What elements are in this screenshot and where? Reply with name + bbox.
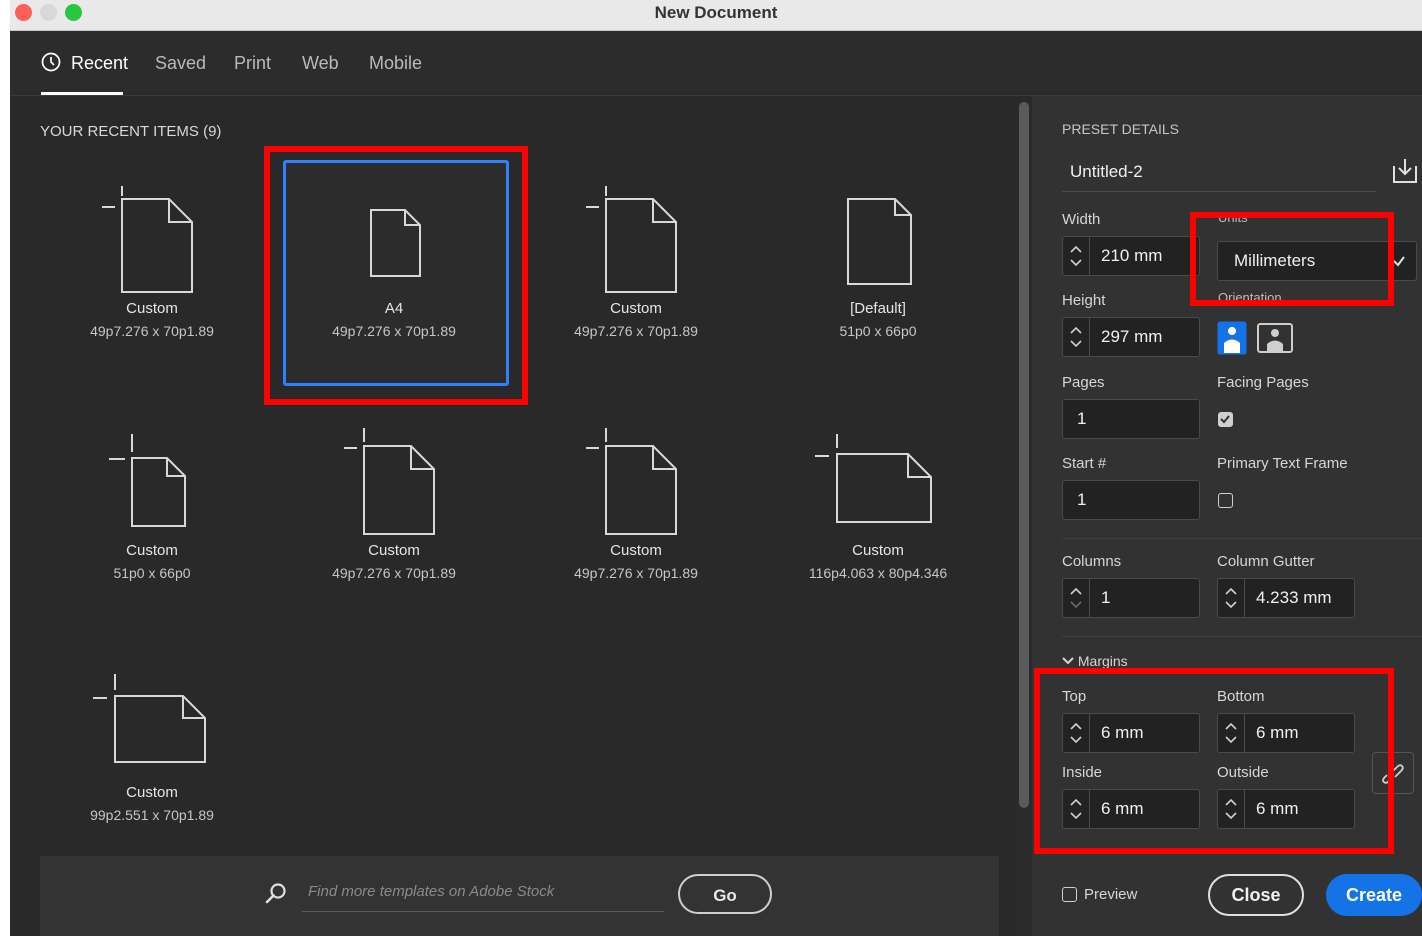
margins-toggle[interactable]: Margins (1062, 653, 1128, 669)
item-name: Custom (610, 300, 662, 317)
width-label: Width (1062, 211, 1101, 228)
recent-item[interactable]: Custom 49p7.276 x 70p1.89 (273, 426, 515, 581)
tab-recent[interactable]: Recent (71, 53, 128, 74)
recent-item[interactable]: [Default] 51p0 x 66p0 (757, 184, 999, 339)
gutter-value: 4.233 mm (1256, 588, 1332, 607)
recent-item[interactable]: Custom 99p2.551 x 70p1.89 (31, 668, 273, 823)
recent-item[interactable]: Custom 49p7.276 x 70p1.89 (31, 184, 273, 339)
facing-pages-label: Facing Pages (1217, 374, 1309, 391)
recent-item[interactable]: Custom 49p7.276 x 70p1.89 (515, 184, 757, 339)
recent-heading-text: YOUR RECENT ITEMS (40, 123, 199, 140)
section-divider (1062, 538, 1422, 539)
window-title: New Document (654, 3, 778, 22)
adobe-stock-search-bar: Find more templates on Adobe Stock Go (40, 856, 999, 936)
pages-field[interactable]: 1 (1062, 399, 1200, 439)
recent-item[interactable]: Custom 49p7.276 x 70p1.89 (515, 426, 757, 581)
document-preset-icon (847, 198, 912, 285)
tab-mobile[interactable]: Mobile (369, 53, 422, 74)
go-button[interactable]: Go (678, 874, 772, 914)
start-page-field[interactable]: 1 (1062, 480, 1200, 520)
document-preset-icon (109, 434, 186, 527)
document-preset-icon (344, 428, 435, 535)
item-size: 116p4.063 x 80p4.346 (808, 565, 948, 581)
active-tab-indicator (41, 92, 123, 95)
item-size: 99p2.551 x 70p1.89 (90, 807, 214, 823)
columns-field[interactable]: 1 (1062, 578, 1200, 618)
preset-details-heading: PRESET DETAILS (1062, 121, 1179, 137)
pages-value: 1 (1077, 409, 1087, 428)
close-button[interactable]: Close (1208, 874, 1304, 916)
document-preset-icon (815, 434, 932, 523)
annotation-highlight-units (1190, 212, 1394, 306)
primary-text-frame-label: Primary Text Frame (1217, 455, 1348, 472)
facing-pages-checkbox[interactable] (1218, 412, 1233, 427)
section-divider (1062, 636, 1422, 637)
document-name-field[interactable]: Untitled-2 (1062, 152, 1376, 192)
primary-text-frame-checkbox[interactable] (1218, 493, 1233, 508)
height-field[interactable]: 297 mm (1062, 317, 1200, 357)
tab-web[interactable]: Web (302, 53, 339, 74)
create-button[interactable]: Create (1326, 874, 1422, 916)
scrollbar-thumb[interactable] (1019, 102, 1029, 808)
dropdown-check-icon (1393, 256, 1405, 267)
document-preset-icon (586, 428, 677, 535)
new-document-dialog: New Document Recent Saved Print Web Mobi… (10, 0, 1422, 936)
recent-count: (9) (203, 123, 222, 140)
annotation-highlight-margins (1034, 668, 1394, 854)
columns-stepper[interactable] (1063, 579, 1090, 617)
height-value: 297 mm (1101, 327, 1163, 346)
tab-saved[interactable]: Saved (155, 53, 206, 74)
columns-value: 1 (1101, 588, 1111, 607)
item-name: Custom (126, 300, 178, 317)
preview-label: Preview (1084, 886, 1138, 903)
column-gutter-field[interactable]: 4.233 mm (1217, 578, 1355, 618)
width-stepper[interactable] (1063, 237, 1090, 275)
pages-label: Pages (1062, 374, 1105, 391)
start-page-value: 1 (1077, 490, 1087, 509)
save-preset-icon[interactable] (1390, 156, 1420, 186)
chevron-down-icon (1062, 657, 1074, 665)
item-size: 49p7.276 x 70p1.89 (332, 565, 456, 581)
check-icon (1220, 415, 1230, 424)
item-name: Custom (126, 784, 178, 801)
width-value: 210 mm (1101, 246, 1163, 265)
tab-print[interactable]: Print (234, 53, 271, 74)
item-name: Custom (126, 542, 178, 559)
item-name: Custom (852, 542, 904, 559)
width-field[interactable]: 210 mm (1062, 236, 1200, 276)
item-size: 51p0 x 66p0 (839, 323, 917, 339)
columns-label: Columns (1062, 553, 1122, 570)
column-gutter-label: Column Gutter (1217, 553, 1315, 570)
height-label: Height (1062, 292, 1106, 309)
item-name: [Default] (850, 300, 906, 317)
margins-label: Margins (1077, 653, 1128, 669)
height-stepper[interactable] (1063, 318, 1090, 356)
item-size: 49p7.276 x 70p1.89 (574, 565, 698, 581)
item-name: Custom (368, 542, 420, 559)
annotation-highlight-a4 (264, 146, 528, 405)
title-bar: New Document (10, 0, 1422, 31)
recent-items-heading: YOUR RECENT ITEMS (9) (40, 123, 221, 140)
recent-item[interactable]: Custom 51p0 x 66p0 (31, 426, 273, 581)
recent-item[interactable]: Custom 116p4.063 x 80p4.346 (757, 426, 999, 581)
document-preset-icon (93, 674, 206, 763)
search-icon (265, 883, 286, 904)
preview-checkbox[interactable] (1062, 887, 1077, 902)
item-size: 49p7.276 x 70p1.89 (574, 323, 698, 339)
stock-search-input[interactable]: Find more templates on Adobe Stock (302, 874, 664, 912)
tab-bar: Recent Saved Print Web Mobile (10, 31, 1422, 96)
portrait-orientation-icon[interactable] (1217, 321, 1247, 355)
document-preset-icon (102, 186, 193, 293)
landscape-orientation-icon[interactable] (1257, 323, 1293, 353)
document-preset-icon (586, 186, 677, 293)
start-page-label: Start # (1062, 455, 1107, 472)
item-size: 51p0 x 66p0 (113, 565, 191, 581)
gutter-stepper[interactable] (1218, 579, 1245, 617)
item-name: Custom (610, 542, 662, 559)
clock-icon (41, 52, 61, 72)
item-size: 49p7.276 x 70p1.89 (90, 323, 214, 339)
